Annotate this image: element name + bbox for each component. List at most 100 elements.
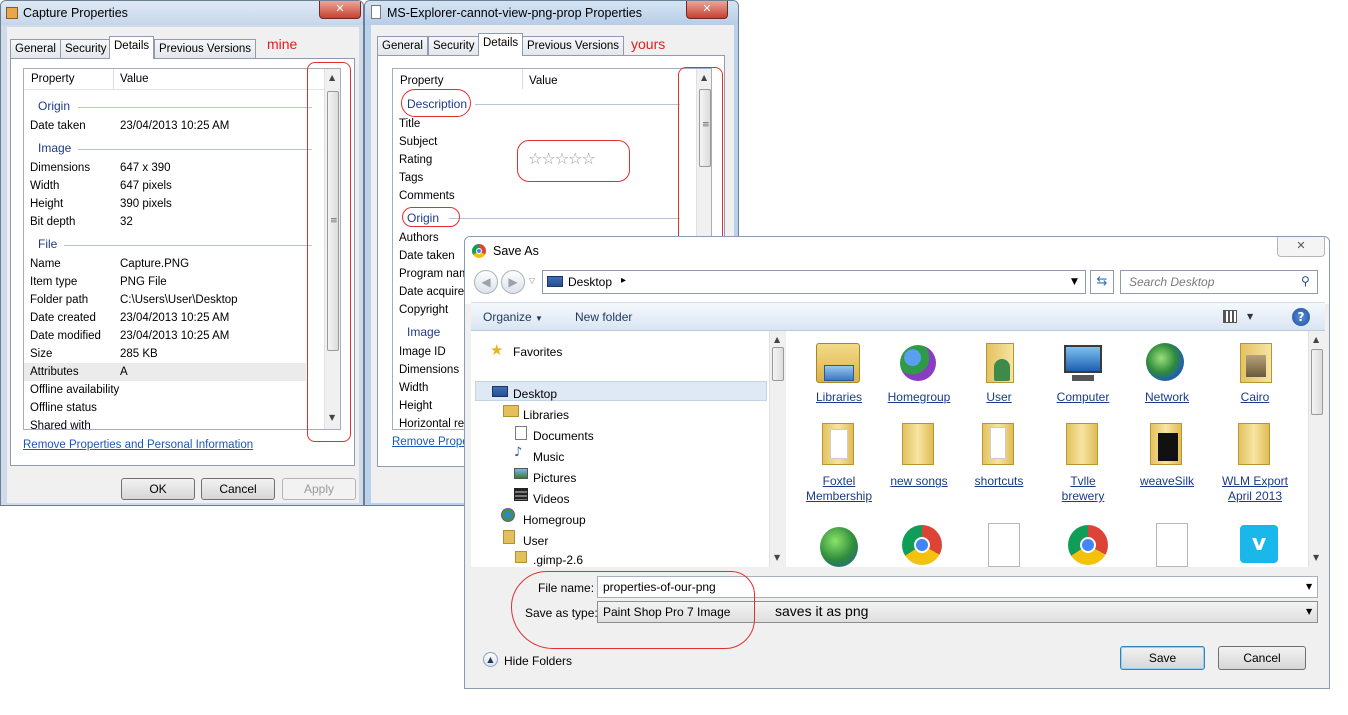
- hide-folders-icon[interactable]: ▲: [483, 652, 498, 667]
- scroll-thumb[interactable]: [772, 347, 784, 381]
- remove-properties-link[interactable]: Remove Properties and Personal Informati…: [392, 436, 466, 448]
- tab-general[interactable]: General: [377, 36, 428, 56]
- column-header-value[interactable]: Value: [529, 71, 558, 91]
- nav-desktop[interactable]: Desktop: [513, 387, 557, 401]
- folder-icon: [1066, 423, 1098, 465]
- refresh-button[interactable]: ⇆: [1090, 270, 1114, 294]
- row-date-modified-value[interactable]: 23/04/2013 10:25 AM: [120, 330, 229, 342]
- chevron-down-icon[interactable]: ▼: [1306, 607, 1312, 616]
- back-button[interactable]: ◀: [474, 270, 498, 294]
- homegroup-icon: [501, 508, 515, 522]
- row-size-value[interactable]: 285 KB: [120, 348, 158, 360]
- row-date-taken-label: Date taken: [30, 120, 86, 132]
- row-width-label: Width: [399, 382, 429, 394]
- tile-weavesilk[interactable]: weaveSilk: [1132, 423, 1202, 493]
- row-width-value[interactable]: 647 pixels: [120, 180, 172, 192]
- column-header-property[interactable]: Property: [31, 69, 74, 89]
- tile-foxtel[interactable]: Foxtel Membership: [804, 423, 874, 513]
- row-date-taken-value[interactable]: 23/04/2013 10:25 AM: [120, 120, 229, 132]
- tile-tvlle-brewery[interactable]: Tvlle brewery: [1048, 423, 1118, 503]
- annotation-highlight: [307, 62, 351, 442]
- tab-previous-versions[interactable]: Previous Versions: [522, 36, 625, 56]
- row-name-value[interactable]: Capture.PNG: [120, 258, 189, 270]
- tab-previous-versions[interactable]: Previous Versions: [154, 39, 257, 59]
- tile-label: WLM Export April 2013: [1221, 474, 1288, 503]
- row-bit-depth-label: Bit depth: [30, 216, 76, 228]
- nav-libraries[interactable]: Libraries: [523, 408, 569, 422]
- tab-general[interactable]: General: [10, 39, 61, 59]
- nav-favorites[interactable]: Favorites: [513, 345, 562, 359]
- row-height-value[interactable]: 390 pixels: [120, 198, 172, 210]
- app-shortcut-icon[interactable]: [820, 527, 858, 567]
- close-button[interactable]: ✕: [686, 1, 728, 19]
- nav-music[interactable]: Music: [533, 450, 564, 464]
- new-folder-button[interactable]: New folder: [575, 310, 632, 324]
- tab-security[interactable]: Security: [60, 39, 112, 59]
- save-button[interactable]: Save: [1120, 646, 1205, 670]
- tab-details[interactable]: Details: [109, 36, 155, 59]
- organize-button[interactable]: Organize ▼: [483, 310, 543, 324]
- breadcrumb-chevron-icon[interactable]: ▸: [621, 275, 626, 286]
- row-folder-path-value[interactable]: C:\Users\User\Desktop: [120, 294, 238, 306]
- scroll-down-arrow[interactable]: ▼: [774, 553, 780, 562]
- address-bar[interactable]: Desktop ▸ ▼: [542, 270, 1086, 294]
- title-bar[interactable]: MS-Explorer-cannot-view-png-prop Propert…: [365, 1, 738, 25]
- tile-libraries[interactable]: Libraries: [804, 339, 874, 409]
- row-bit-depth-value[interactable]: 32: [120, 216, 133, 228]
- ok-button[interactable]: OK: [121, 478, 195, 500]
- cancel-button[interactable]: Cancel: [201, 478, 275, 500]
- tile-new-songs[interactable]: new songs: [884, 423, 954, 493]
- chrome-icon-center: [476, 248, 482, 254]
- tile-homegroup[interactable]: Homegroup: [884, 339, 954, 423]
- nav-scrollbar[interactable]: ▲ ▼: [769, 331, 786, 567]
- title-bar[interactable]: Capture Properties ✕: [1, 1, 363, 25]
- row-date-created-value[interactable]: 23/04/2013 10:25 AM: [120, 312, 229, 324]
- address-location[interactable]: Desktop: [568, 275, 612, 289]
- history-dropdown-icon[interactable]: ▽: [529, 276, 535, 285]
- view-dropdown-icon[interactable]: ▼: [1247, 312, 1253, 321]
- row-item-type-value[interactable]: PNG File: [120, 276, 167, 288]
- hide-folders-button[interactable]: Hide Folders: [504, 654, 572, 668]
- nav-user[interactable]: User: [523, 534, 548, 548]
- disc-document-icon[interactable]: [988, 523, 1020, 567]
- tab-details[interactable]: Details: [478, 33, 524, 56]
- nav-pictures[interactable]: Pictures: [533, 471, 576, 485]
- close-button[interactable]: ✕: [319, 1, 361, 19]
- search-input[interactable]: Search Desktop: [1129, 275, 1214, 289]
- search-box[interactable]: Search Desktop ⚲: [1120, 270, 1318, 294]
- window-title: Capture Properties: [23, 6, 128, 20]
- scroll-thumb[interactable]: [1311, 349, 1323, 415]
- address-dropdown-icon[interactable]: ▼: [1071, 277, 1078, 287]
- title-bar[interactable]: Save As ✕: [465, 237, 1329, 264]
- tile-network[interactable]: Network: [1132, 339, 1202, 409]
- view-options-icon[interactable]: [1223, 310, 1237, 323]
- forward-button[interactable]: ▶: [501, 270, 525, 294]
- document-shortcut-icon[interactable]: [1156, 523, 1188, 567]
- remove-properties-link[interactable]: Remove Properties and Personal Informati…: [23, 439, 253, 451]
- column-header-value[interactable]: Value: [120, 69, 149, 89]
- column-header-property[interactable]: Property: [400, 71, 443, 91]
- nav-videos[interactable]: Videos: [533, 492, 569, 506]
- nav-gimp[interactable]: .gimp-2.6: [533, 553, 583, 567]
- file-view-scrollbar[interactable]: ▲ ▼: [1308, 331, 1325, 567]
- chevron-down-icon[interactable]: ▼: [1306, 582, 1312, 591]
- tile-shortcuts[interactable]: shortcuts: [964, 423, 1034, 493]
- scroll-up-arrow[interactable]: ▲: [1313, 335, 1319, 344]
- tile-wlm-export[interactable]: WLM Export April 2013: [1216, 423, 1296, 519]
- scroll-up-arrow[interactable]: ▲: [774, 335, 780, 344]
- tab-security[interactable]: Security: [428, 36, 480, 56]
- vimeo-shortcut-icon[interactable]: v: [1240, 525, 1278, 563]
- help-button[interactable]: ?: [1292, 308, 1310, 326]
- search-icon[interactable]: ⚲: [1301, 274, 1310, 288]
- nav-homegroup[interactable]: Homegroup: [523, 513, 586, 527]
- close-button[interactable]: ✕: [1277, 237, 1325, 257]
- nav-documents[interactable]: Documents: [533, 429, 594, 443]
- scroll-down-arrow[interactable]: ▼: [1313, 553, 1319, 562]
- cancel-button[interactable]: Cancel: [1218, 646, 1306, 670]
- row-attributes-value[interactable]: A: [120, 366, 128, 378]
- row-dimensions-value[interactable]: 647 x 390: [120, 162, 171, 174]
- apply-button[interactable]: Apply: [282, 478, 356, 500]
- tile-user[interactable]: User: [964, 339, 1034, 409]
- tile-computer[interactable]: Computer: [1044, 339, 1124, 409]
- tile-cairo[interactable]: Cairo: [1220, 339, 1290, 409]
